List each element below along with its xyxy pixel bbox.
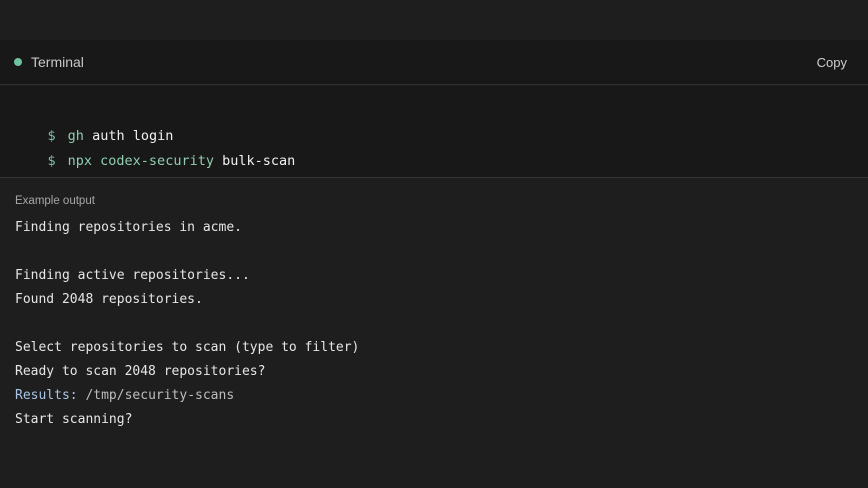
terminal-title-group: Terminal: [14, 54, 84, 70]
results-line: Results: /tmp/security-scans: [15, 384, 868, 408]
command-name: gh: [67, 128, 84, 144]
command-name: npx codex-security: [67, 153, 214, 169]
output-line: Start scanning?: [15, 412, 133, 427]
prompt-symbol: $: [47, 153, 56, 169]
results-key: Results:: [15, 388, 78, 403]
copy-button[interactable]: Copy: [817, 55, 847, 70]
output-line: Finding active repositories...: [15, 268, 250, 283]
status-dot-icon: [14, 58, 22, 66]
command-line: $ gh auth login: [15, 109, 868, 144]
output-line: Ready to scan 2048 repositories?: [15, 364, 266, 379]
command-args: bulk-scan: [222, 153, 296, 169]
terminal-title: Terminal: [31, 54, 84, 70]
results-path: /tmp/security-scans: [85, 388, 235, 403]
terminal-header: Terminal Copy: [0, 40, 868, 85]
command-args: auth login: [92, 128, 174, 144]
example-output: Example output Finding repositories in a…: [0, 179, 868, 488]
prompt-symbol: $: [47, 128, 56, 144]
output-label: Example output: [15, 195, 95, 207]
output-line: Select repositories to scan (type to fil…: [15, 340, 360, 355]
output-line: Found 2048 repositories.: [15, 292, 203, 307]
output-line: Finding repositories in acme.: [15, 220, 242, 235]
output-lines: Finding repositories in acme. Finding ac…: [15, 216, 868, 432]
command-block: $ gh auth login $ npx codex-security bulk-…: [0, 86, 868, 178]
top-strip: [0, 0, 868, 40]
